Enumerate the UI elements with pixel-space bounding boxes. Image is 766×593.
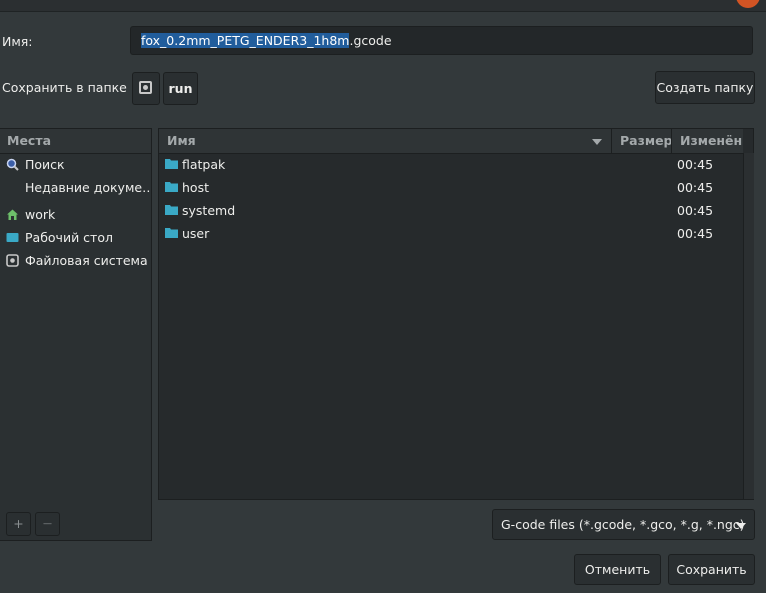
folder-icon <box>165 228 178 238</box>
path-segment-run[interactable]: run <box>163 72 198 105</box>
file-modified: 00:45 <box>677 226 714 241</box>
file-row[interactable]: flatpak 00:45 <box>159 153 743 176</box>
search-icon <box>6 158 19 171</box>
sort-down-icon <box>592 139 602 145</box>
folder-icon <box>165 182 178 192</box>
drive-icon <box>6 254 19 267</box>
drive-icon <box>139 81 152 94</box>
file-row[interactable]: user 00:45 <box>159 222 743 245</box>
file-name: systemd <box>182 203 236 218</box>
create-folder-button[interactable]: Создать папку <box>655 71 755 104</box>
places-header: Места <box>0 129 151 154</box>
places-sidebar: Места Поиск Недавние докуме… work Рабочи… <box>0 128 152 541</box>
path-root-button[interactable] <box>132 72 160 105</box>
place-filesystem[interactable]: Файловая система <box>0 249 151 272</box>
folder-icon <box>165 205 178 215</box>
file-filter-dropdown[interactable]: G-code files (*.gcode, *.gco, *.g, *.ngc… <box>492 509 755 540</box>
place-search[interactable]: Поиск <box>0 153 151 176</box>
filename-extension-text: .gcode <box>349 33 392 48</box>
home-icon <box>7 209 18 220</box>
place-label: Файловая система <box>25 253 148 268</box>
file-modified: 00:45 <box>677 203 714 218</box>
file-name: flatpak <box>182 157 226 172</box>
filename-input[interactable]: fox_0.2mm_PETG_ENDER3_1h8m.gcode <box>130 26 753 55</box>
name-label: Имя: <box>2 34 33 49</box>
cancel-button[interactable]: Отменить <box>574 554 661 585</box>
file-modified: 00:45 <box>677 180 714 195</box>
chevron-down-icon <box>736 523 746 529</box>
file-row[interactable]: host 00:45 <box>159 176 743 199</box>
place-label: Недавние докуме… <box>25 180 151 195</box>
save-button[interactable]: Сохранить <box>668 554 755 585</box>
place-recent[interactable]: Недавние докуме… <box>0 176 151 199</box>
title-bar <box>0 0 766 12</box>
place-label: Поиск <box>25 157 65 172</box>
column-name-header[interactable]: Имя <box>159 129 611 153</box>
file-name: host <box>182 180 209 195</box>
add-place-button[interactable]: + <box>6 512 31 536</box>
vertical-scrollbar[interactable] <box>743 153 754 499</box>
column-modified-header[interactable]: Изменён <box>671 129 743 153</box>
save-in-folder-label: Сохранить в папке <box>2 80 127 95</box>
file-row[interactable]: systemd 00:45 <box>159 199 743 222</box>
place-label: Рабочий стол <box>25 230 113 245</box>
file-modified: 00:45 <box>677 157 714 172</box>
place-desktop[interactable]: Рабочий стол <box>0 226 151 249</box>
file-list: Имя Размер Изменён flatpak 00:45 host 00… <box>158 128 754 500</box>
desktop-folder-icon <box>6 233 19 242</box>
place-home[interactable]: work <box>0 203 151 226</box>
file-name: user <box>182 226 210 241</box>
place-label: work <box>25 207 56 222</box>
folder-icon <box>165 159 178 169</box>
column-size-header[interactable]: Размер <box>611 129 673 153</box>
file-filter-value: G-code files (*.gcode, *.gco, *.g, *.ngc… <box>501 517 745 532</box>
file-list-header: Имя Размер Изменён <box>159 129 743 154</box>
remove-place-button[interactable]: — <box>35 512 60 536</box>
filename-selected-text: fox_0.2mm_PETG_ENDER3_1h8m <box>141 33 350 48</box>
